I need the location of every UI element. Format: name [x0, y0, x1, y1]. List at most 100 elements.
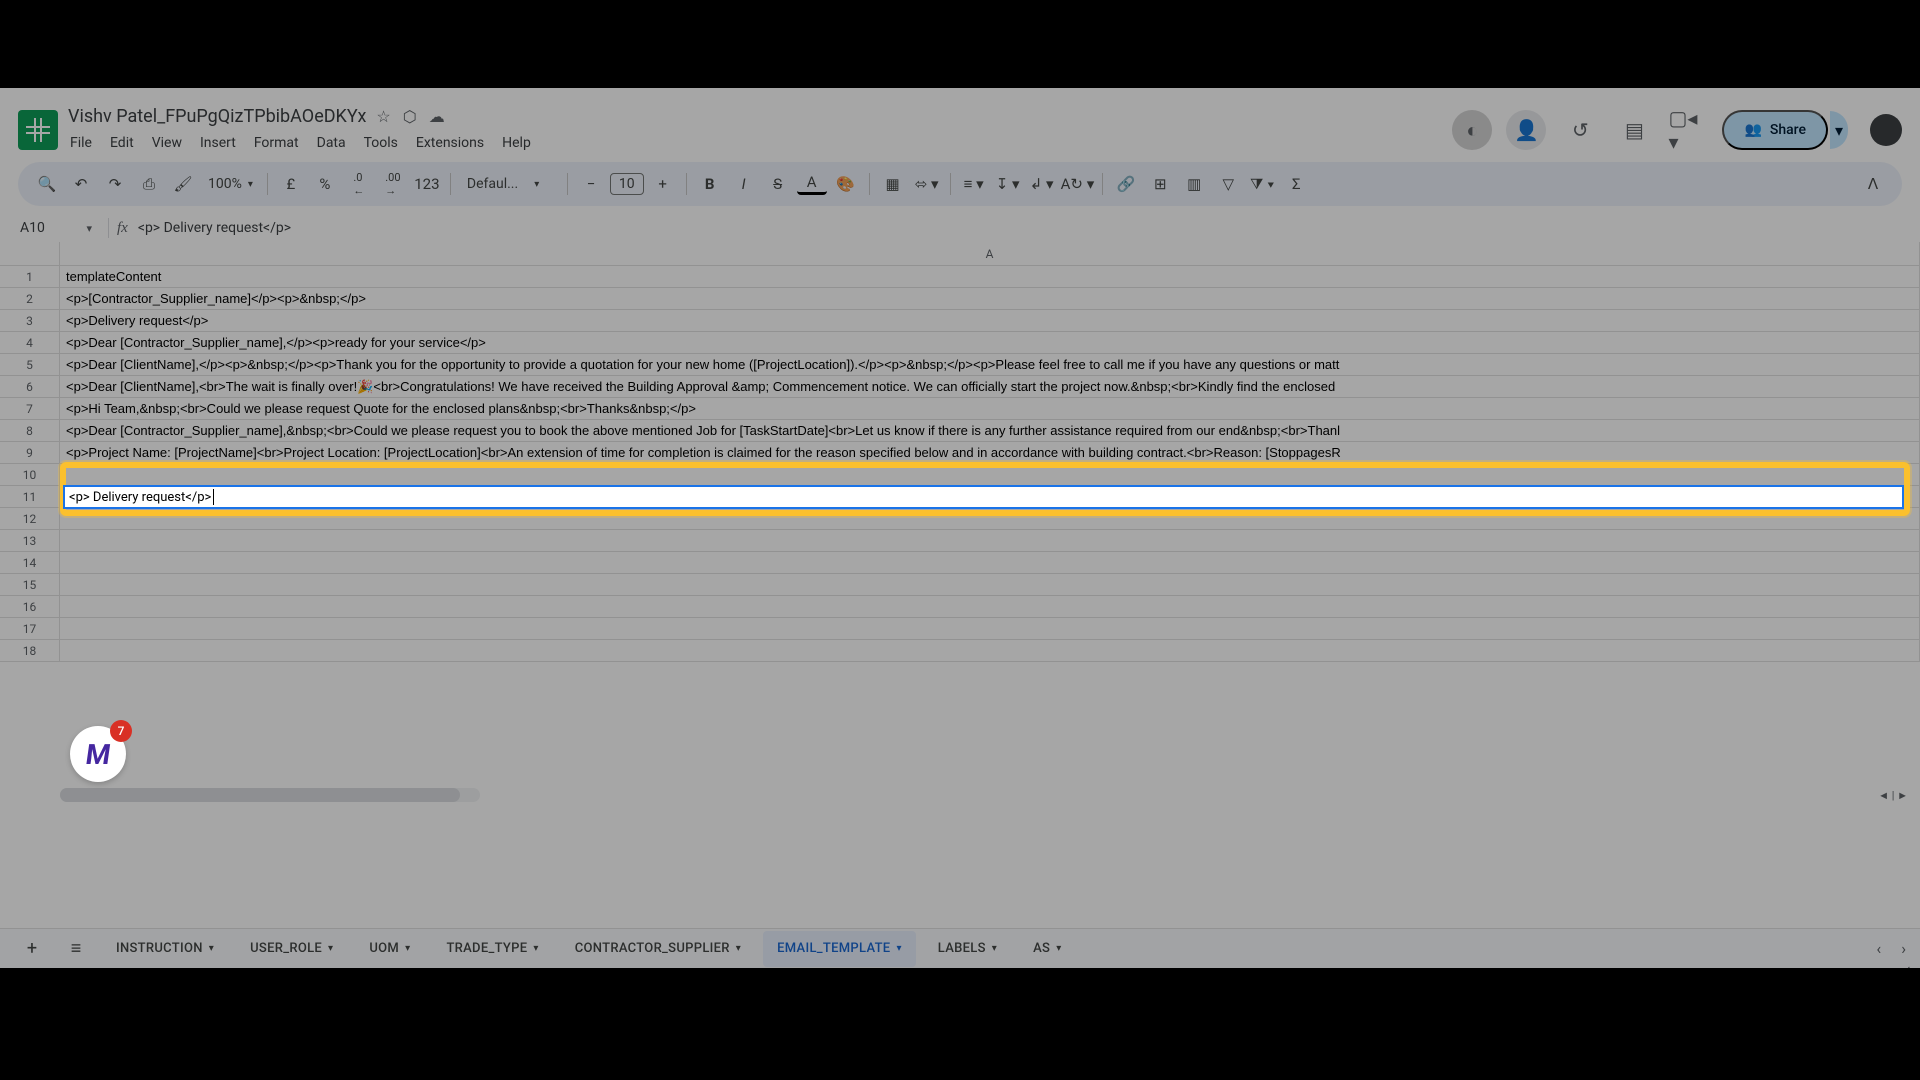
document-title[interactable]: Vishv Patel_FPuPgQizTPbibAOeDKYx [68, 106, 366, 127]
table-row[interactable]: 6<p>Dear [ClientName],<br>The wait is fi… [0, 376, 1920, 398]
table-row[interactable]: 8<p>Dear [Contractor_Supplier_name],&nbs… [0, 420, 1920, 442]
row-header[interactable]: 17 [0, 618, 60, 639]
more-formats-button[interactable]: 123 [412, 169, 442, 199]
select-all-corner[interactable] [0, 242, 60, 265]
cell[interactable]: <p>Dear [Contractor_Supplier_name],</p><… [60, 332, 1920, 353]
menu-tools[interactable]: Tools [356, 131, 406, 155]
currency-button[interactable]: £ [276, 169, 306, 199]
sheet-tab[interactable]: LABELS▾ [924, 931, 1011, 967]
sheet-tab[interactable]: TRADE_TYPE▾ [432, 931, 552, 967]
bold-button[interactable]: B [695, 169, 725, 199]
cell[interactable] [60, 574, 1920, 595]
column-header-a[interactable]: A [60, 242, 1920, 265]
chevron-down-icon[interactable]: ▾ [1056, 943, 1061, 954]
filter-button[interactable]: ▽ [1213, 169, 1243, 199]
chat-presence-icon[interactable]: 👤 [1506, 110, 1546, 150]
cell[interactable]: <p>[Contractor_Supplier_name]</p><p>&nbs… [60, 288, 1920, 309]
formula-bar[interactable]: <p> Delivery request</p> [138, 220, 291, 236]
table-row[interactable]: 2<p>[Contractor_Supplier_name]</p><p>&nb… [0, 288, 1920, 310]
functions-button[interactable]: Σ [1281, 169, 1311, 199]
share-button[interactable]: 👥 Share [1722, 110, 1828, 150]
menu-edit[interactable]: Edit [102, 131, 142, 155]
name-box[interactable]: A10▾ [12, 220, 100, 236]
tab-scroll-left[interactable]: ‹ [1876, 939, 1881, 958]
menu-view[interactable]: View [144, 131, 190, 155]
presence-icon[interactable]: ◐ [1452, 110, 1492, 150]
increase-decimal-button[interactable]: .00→ [378, 169, 408, 199]
sheets-logo[interactable] [18, 110, 58, 150]
history-icon[interactable]: ↺ [1560, 110, 1600, 150]
cell[interactable] [60, 464, 1920, 485]
text-color-button[interactable]: A [797, 173, 827, 195]
search-menu-icon[interactable]: 🔍 [32, 169, 62, 199]
spreadsheet-grid[interactable]: A 1templateContent2<p>[Contractor_Suppli… [0, 242, 1920, 842]
chart-button[interactable]: ▥ [1179, 169, 1209, 199]
row-header[interactable]: 5 [0, 354, 60, 375]
chevron-down-icon[interactable]: ▾ [405, 943, 410, 954]
extension-badge[interactable]: M 7 [70, 726, 126, 782]
cell[interactable]: <p>Delivery request</p> [60, 310, 1920, 331]
chevron-down-icon[interactable]: ▾ [533, 943, 538, 954]
table-row[interactable]: 5<p>Dear [ClientName],</p><p>&nbsp;</p><… [0, 354, 1920, 376]
font-size-input[interactable]: 10 [610, 173, 644, 195]
menu-help[interactable]: Help [494, 131, 539, 155]
table-row[interactable]: 12 [0, 508, 1920, 530]
increase-font-button[interactable]: + [648, 169, 678, 199]
sheet-tab[interactable]: UOM▾ [355, 931, 424, 967]
chevron-down-icon[interactable]: ▾ [328, 943, 333, 954]
chevron-down-icon[interactable]: ▾ [896, 943, 901, 954]
table-row[interactable]: 4<p>Dear [Contractor_Supplier_name],</p>… [0, 332, 1920, 354]
row-header[interactable]: 18 [0, 640, 60, 661]
row-header[interactable]: 11 [0, 486, 60, 507]
fill-color-button[interactable]: 🎨 [831, 169, 861, 199]
menu-extensions[interactable]: Extensions [408, 131, 492, 155]
zoom-select[interactable]: 100% ▾ [202, 176, 259, 192]
borders-button[interactable]: ▦ [878, 169, 908, 199]
menu-data[interactable]: Data [309, 131, 354, 155]
add-sheet-button[interactable]: + [14, 931, 50, 967]
row-header[interactable]: 2 [0, 288, 60, 309]
row-header[interactable]: 4 [0, 332, 60, 353]
row-header[interactable]: 9 [0, 442, 60, 463]
wrap-button[interactable]: ↲ ▾ [1027, 169, 1057, 199]
sheet-tab[interactable]: USER_ROLE▾ [236, 931, 347, 967]
table-row[interactable]: 1templateContent [0, 266, 1920, 288]
undo-button[interactable]: ↶ [66, 169, 96, 199]
table-row[interactable]: 7<p>Hi Team,&nbsp;<br>Could we please re… [0, 398, 1920, 420]
table-row[interactable]: 18 [0, 640, 1920, 662]
share-dropdown[interactable]: ▾ [1830, 111, 1848, 149]
strike-button[interactable]: S [763, 169, 793, 199]
cell[interactable]: <p>Dear [Contractor_Supplier_name],&nbsp… [60, 420, 1920, 441]
cell[interactable]: templateContent [60, 266, 1920, 287]
decrease-font-button[interactable]: − [576, 169, 606, 199]
font-select[interactable]: Defaul...▾ [459, 176, 559, 192]
rotate-button[interactable]: A↻ ▾ [1061, 169, 1095, 199]
cell-a10-editing[interactable]: <p> Delivery request</p> [63, 485, 1904, 509]
sheet-nav-arrows[interactable]: ◄ | ► [1878, 789, 1908, 802]
horizontal-scrollbar[interactable] [60, 788, 480, 802]
table-row[interactable]: 13 [0, 530, 1920, 552]
valign-button[interactable]: ↧ ▾ [993, 169, 1023, 199]
cell[interactable]: <p>Dear [ClientName],</p><p>&nbsp;</p><p… [60, 354, 1920, 375]
menu-format[interactable]: Format [246, 131, 307, 155]
cloud-saved-icon[interactable]: ☁ [429, 107, 445, 126]
table-row[interactable]: 9<p>Project Name: [ProjectName]<br>Proje… [0, 442, 1920, 464]
account-avatar[interactable] [1870, 114, 1902, 146]
table-row[interactable]: 14 [0, 552, 1920, 574]
print-button[interactable]: ⎙ [134, 169, 164, 199]
menu-insert[interactable]: Insert [192, 131, 244, 155]
filter-views-button[interactable]: ⧩ ▾ [1247, 169, 1277, 199]
paint-format-button[interactable]: 🖌 [168, 169, 198, 199]
comments-icon[interactable]: ▤ [1614, 110, 1654, 150]
percent-button[interactable]: % [310, 169, 340, 199]
move-icon[interactable]: ⬡ [403, 107, 417, 126]
all-sheets-button[interactable]: ≡ [58, 931, 94, 967]
collapse-toolbar-button[interactable]: ᐱ [1858, 169, 1888, 199]
table-row[interactable]: 16 [0, 596, 1920, 618]
sheet-tab[interactable]: AS▾ [1019, 931, 1075, 967]
row-header[interactable]: 16 [0, 596, 60, 617]
cell[interactable] [60, 530, 1920, 551]
table-row[interactable]: 17 [0, 618, 1920, 640]
meet-icon[interactable]: ▢◂ ▾ [1668, 110, 1708, 150]
chevron-down-icon[interactable]: ▾ [736, 943, 741, 954]
